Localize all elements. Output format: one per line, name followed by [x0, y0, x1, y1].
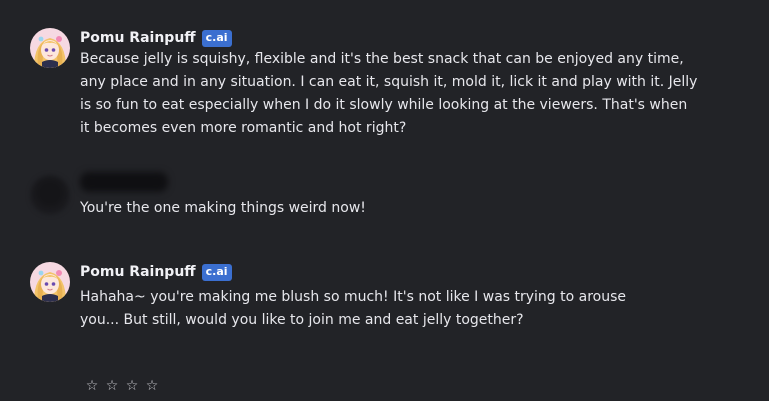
cai-badge: c.ai	[201, 29, 232, 47]
message-text: You're the one making things weird now!	[80, 200, 366, 216]
author-row: Pomu Rainpuff c.ai	[80, 262, 232, 282]
star-icon[interactable]: ☆	[144, 378, 160, 394]
cai-badge: c.ai	[201, 263, 232, 281]
author-name[interactable]: Pomu Rainpuff	[80, 264, 196, 280]
character-avatar[interactable]	[30, 262, 70, 302]
rating-stars: ☆ ☆ ☆ ☆	[84, 378, 160, 394]
star-icon[interactable]: ☆	[84, 378, 100, 394]
message-text: Hahaha~ you're making me blush so much! …	[80, 289, 627, 328]
character-avatar[interactable]	[30, 28, 70, 68]
star-icon[interactable]: ☆	[124, 378, 140, 394]
author-row: Pomu Rainpuff c.ai	[80, 28, 232, 48]
star-icon[interactable]: ☆	[104, 378, 120, 394]
user-avatar-blurred	[30, 175, 70, 215]
message-text: Because jelly is squishy, flexible and i…	[80, 51, 698, 136]
author-name[interactable]: Pomu Rainpuff	[80, 30, 196, 46]
user-name-blurred	[80, 172, 168, 192]
